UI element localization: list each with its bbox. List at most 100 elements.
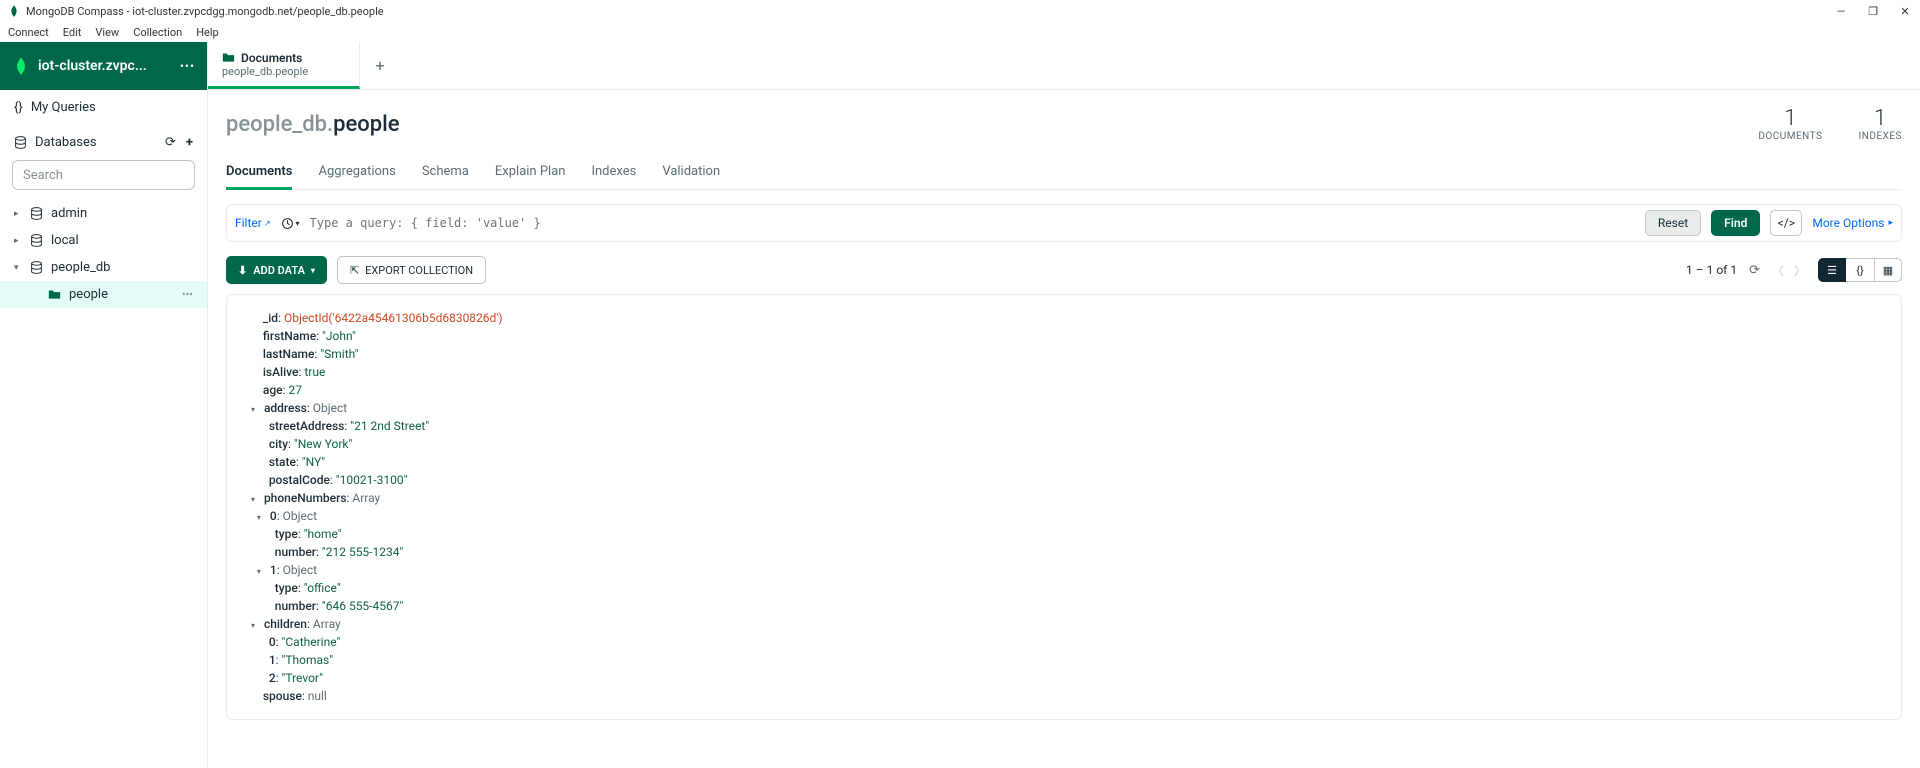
doc-line[interactable]: ▾ 0: Object: [245, 507, 1883, 525]
export-icon: ⇱: [350, 264, 359, 277]
doc-line[interactable]: ▾ children: Array: [245, 615, 1883, 633]
find-button[interactable]: Find: [1711, 210, 1760, 236]
menu-collection[interactable]: Collection: [133, 26, 182, 39]
doc-line[interactable]: state: "NY": [245, 453, 1883, 471]
doc-line[interactable]: ▾ 1: Object: [245, 561, 1883, 579]
doc-line[interactable]: _id: ObjectId('6422a45461306b5d6830826d'…: [245, 309, 1883, 327]
doc-line[interactable]: number: "646 555-4567": [245, 597, 1883, 615]
braces-icon: {}: [14, 100, 23, 115]
add-tab-button[interactable]: +: [360, 42, 400, 89]
subtab-documents[interactable]: Documents: [226, 156, 292, 190]
documents-count: 1: [1758, 106, 1822, 131]
mongodb-leaf-icon: [12, 57, 30, 75]
view-list-button[interactable]: ☰: [1818, 258, 1846, 282]
connection-menu-icon[interactable]: •••: [180, 59, 195, 73]
caret-down-icon[interactable]: ▾: [251, 404, 261, 416]
filter-label[interactable]: Filter↗: [235, 216, 271, 230]
doc-line[interactable]: city: "New York": [245, 435, 1883, 453]
view-json-button[interactable]: {}: [1846, 258, 1874, 282]
export-collection-button[interactable]: ⇱ EXPORT COLLECTION: [337, 256, 486, 284]
subtab-schema[interactable]: Schema: [422, 156, 469, 190]
connection-header[interactable]: iot-cluster.zvpc... •••: [0, 42, 207, 90]
history-button[interactable]: ▾: [281, 217, 300, 230]
caret-down-icon[interactable]: ▾: [251, 620, 261, 632]
menu-help[interactable]: Help: [196, 26, 219, 39]
list-icon: ☰: [1827, 264, 1837, 277]
window-title: MongoDB Compass - iot-cluster.zvpcdgg.mo…: [26, 5, 384, 18]
db-item-local[interactable]: ▸ local: [0, 227, 207, 254]
sidebar-item-my-queries[interactable]: {} My Queries: [0, 90, 207, 125]
add-database-icon[interactable]: +: [186, 135, 193, 150]
doc-line[interactable]: ▾ address: Object: [245, 399, 1883, 417]
subtab-explain-plan[interactable]: Explain Plan: [495, 156, 566, 190]
database-icon: [30, 207, 43, 220]
filter-input[interactable]: [310, 216, 1635, 230]
pager-text: 1 – 1 of 1: [1686, 263, 1737, 277]
view-toggle: ☰ {} ▦: [1818, 258, 1902, 282]
titlebar: MongoDB Compass - iot-cluster.zvpcdgg.mo…: [0, 0, 1920, 22]
menu-edit[interactable]: Edit: [63, 26, 82, 39]
caret-right-icon: ▸: [14, 209, 22, 219]
caret-down-icon[interactable]: ▾: [257, 512, 267, 524]
reset-button[interactable]: Reset: [1645, 210, 1701, 236]
table-icon: ▦: [1883, 264, 1893, 277]
doc-line[interactable]: spouse: null: [245, 687, 1883, 705]
braces-icon: {}: [1856, 264, 1863, 277]
doc-line[interactable]: age: 27: [245, 381, 1883, 399]
caret-down-icon[interactable]: ▾: [257, 566, 267, 578]
refresh-icon[interactable]: ⟳: [165, 135, 176, 150]
database-icon: [30, 234, 43, 247]
subtab-validation[interactable]: Validation: [662, 156, 720, 190]
collection-name: people: [69, 287, 108, 302]
doc-line[interactable]: streetAddress: "21 2nd Street": [245, 417, 1883, 435]
doc-line[interactable]: type: "home": [245, 525, 1883, 543]
menu-view[interactable]: View: [95, 26, 119, 39]
db-item-people-db[interactable]: ▾ people_db: [0, 254, 207, 281]
collection-menu-icon[interactable]: •••: [182, 288, 193, 301]
doc-line[interactable]: lastName: "Smith": [245, 345, 1883, 363]
clock-icon: [281, 217, 294, 230]
window-controls: ― ❐ ✕: [1834, 5, 1912, 18]
next-page-button[interactable]: 〉: [1794, 262, 1806, 279]
more-options-button[interactable]: More Options ▸: [1812, 216, 1893, 230]
collection-stats: 1 DOCUMENTS 1 INDEXES: [1758, 106, 1902, 142]
folder-icon: [48, 288, 61, 301]
db-name: people_db: [51, 260, 110, 275]
search-input[interactable]: [12, 160, 195, 190]
subtab-bar: Documents Aggregations Schema Explain Pl…: [226, 156, 1902, 190]
doc-line[interactable]: 0: "Catherine": [245, 633, 1883, 651]
minimize-button[interactable]: ―: [1834, 5, 1848, 18]
doc-line[interactable]: ▾ phoneNumbers: Array: [245, 489, 1883, 507]
close-window-button[interactable]: ✕: [1898, 5, 1912, 18]
view-table-button[interactable]: ▦: [1874, 258, 1902, 282]
caret-down-icon[interactable]: ▾: [251, 494, 261, 506]
menubar: Connect Edit View Collection Help: [0, 22, 1920, 42]
doc-line[interactable]: postalCode: "10021-3100": [245, 471, 1883, 489]
tab-documents[interactable]: Documents people_db.people: [208, 42, 360, 89]
add-data-button[interactable]: ⬇ ADD DATA ▾: [226, 256, 327, 284]
folder-icon: [222, 51, 235, 64]
prev-page-button[interactable]: 〈: [1772, 262, 1784, 279]
refresh-icon[interactable]: ⟳: [1749, 263, 1760, 278]
subtab-aggregations[interactable]: Aggregations: [318, 156, 395, 190]
collection-item-people[interactable]: people •••: [0, 281, 207, 308]
db-name: local: [51, 233, 79, 248]
sidebar: iot-cluster.zvpc... ••• {} My Queries Da…: [0, 42, 208, 768]
code-toggle-button[interactable]: </>: [1770, 210, 1802, 236]
menu-connect[interactable]: Connect: [8, 26, 49, 39]
doc-line[interactable]: 1: "Thomas": [245, 651, 1883, 669]
code-icon: </>: [1778, 216, 1795, 230]
maximize-button[interactable]: ❐: [1866, 5, 1880, 18]
doc-line[interactable]: 2: "Trevor": [245, 669, 1883, 687]
document-card[interactable]: _id: ObjectId('6422a45461306b5d6830826d'…: [226, 294, 1902, 720]
caret-down-icon: ▾: [14, 263, 22, 273]
doc-line[interactable]: type: "office": [245, 579, 1883, 597]
db-item-admin[interactable]: ▸ admin: [0, 200, 207, 227]
doc-line[interactable]: isAlive: true: [245, 363, 1883, 381]
subtab-indexes[interactable]: Indexes: [591, 156, 636, 190]
doc-line[interactable]: number: "212 555-1234": [245, 543, 1883, 561]
sidebar-item-databases[interactable]: Databases ⟳ +: [0, 125, 207, 160]
doc-line[interactable]: firstName: "John": [245, 327, 1883, 345]
db-name: admin: [51, 206, 87, 221]
chevron-right-icon: ▸: [1888, 218, 1893, 228]
